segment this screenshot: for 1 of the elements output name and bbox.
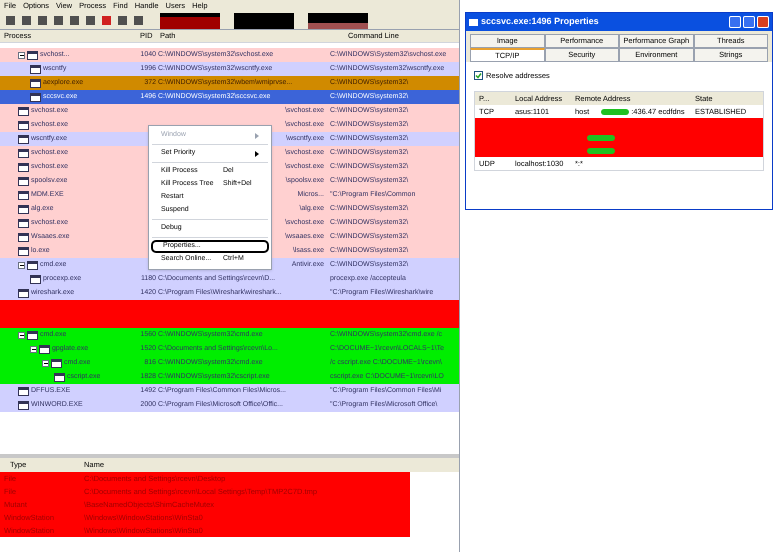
window-title: sccsvc.exe:1496 Properties xyxy=(481,15,599,28)
